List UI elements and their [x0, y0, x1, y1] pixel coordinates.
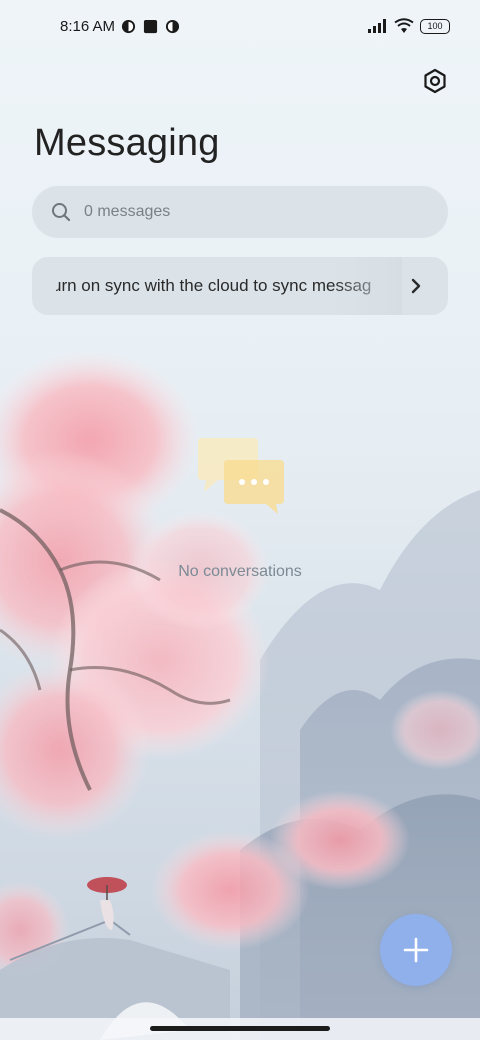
chevron-right-icon [411, 278, 421, 294]
search-icon [52, 203, 71, 222]
plus-icon [403, 937, 429, 963]
home-gesture-handle[interactable] [150, 1026, 330, 1031]
wifi-icon [394, 18, 414, 33]
status-indicators: 100 [368, 18, 450, 34]
cloud-sync-banner[interactable]: urn on sync with the cloud to sync messa… [32, 257, 448, 315]
empty-state-text: No conversations [178, 563, 302, 580]
status-bar: 8:16 AM 100 [0, 0, 480, 56]
battery-icon: 100 [420, 18, 450, 34]
new-message-button[interactable] [380, 914, 452, 986]
sync-banner-text: urn on sync with the cloud to sync messa… [56, 276, 372, 295]
chat-bubbles-icon [198, 438, 284, 514]
notification-circle-icon [121, 19, 136, 34]
search-bar[interactable] [32, 186, 448, 238]
signal-icon [368, 19, 386, 33]
page-title: Messaging [34, 122, 220, 164]
settings-hexagon-icon [424, 68, 446, 94]
square-app-icon [143, 19, 158, 34]
notification-circle-icon [165, 19, 180, 34]
settings-button[interactable] [420, 66, 450, 96]
status-time: 8:16 AM [60, 18, 116, 35]
sync-banner-fade [332, 257, 402, 315]
search-input[interactable] [82, 202, 416, 222]
